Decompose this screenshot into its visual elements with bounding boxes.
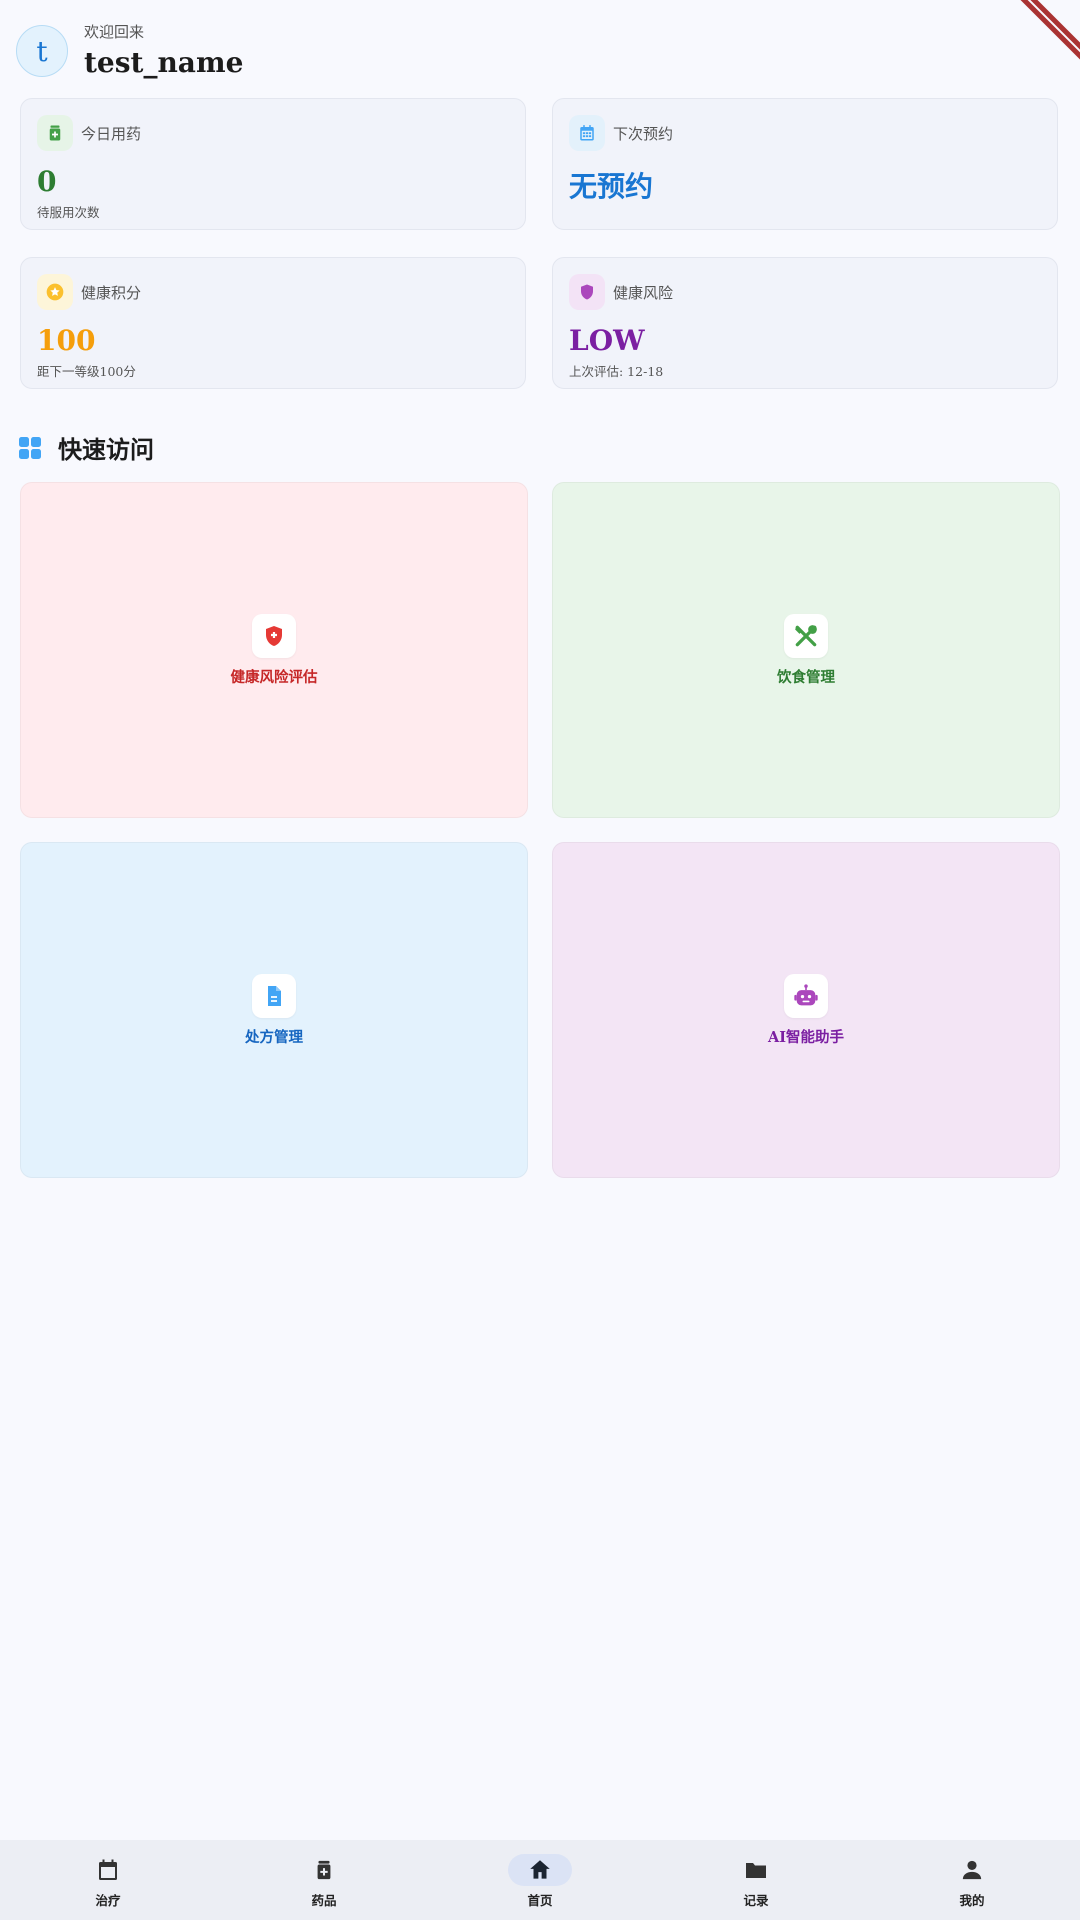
header: t 欢迎回来 test_name (16, 16, 243, 86)
stat-card-health-points[interactable]: 健康积分 100 距下一等级100分 (20, 257, 526, 389)
debug-banner (1020, 0, 1080, 60)
avatar[interactable]: t (16, 25, 68, 77)
stat-value: 100 (37, 324, 96, 357)
grid-icon (19, 436, 41, 459)
stat-sub: 距下一等级100分 (37, 364, 136, 379)
star-icon (37, 274, 73, 310)
folder-icon (724, 1854, 788, 1886)
stat-card-appointment[interactable]: 下次预约 无预约 (552, 98, 1058, 230)
stat-sub: 待服用次数 (37, 205, 100, 220)
stat-sub: 上次评估: 12-18 (569, 364, 664, 379)
medicine-icon (292, 1854, 356, 1886)
welcome-block: 欢迎回来 test_name (84, 21, 243, 81)
nav-item-profile[interactable]: 我的 (864, 1840, 1080, 1920)
stat-label: 今日用药 (81, 125, 142, 143)
tile-label: 饮食管理 (777, 668, 835, 686)
medication-icon (37, 115, 73, 151)
tile-prescription-management[interactable]: 处方管理 (20, 842, 528, 1178)
stat-label: 健康积分 (81, 284, 142, 302)
section-title: 快速访问 (58, 435, 154, 464)
home-icon (508, 1854, 572, 1886)
calendar-icon (569, 115, 605, 151)
stat-value: 0 (37, 165, 57, 198)
tile-label: AI智能助手 (767, 1028, 845, 1046)
tile-label: 处方管理 (245, 1028, 303, 1046)
calendar-icon (76, 1854, 140, 1886)
nav-label: 治疗 (95, 1893, 121, 1908)
nav-label: 首页 (527, 1893, 553, 1908)
nav-item-treatment[interactable]: 治疗 (0, 1840, 216, 1920)
stat-card-health-risk[interactable]: 健康风险 LOW 上次评估: 12-18 (552, 257, 1058, 389)
nav-item-records[interactable]: 记录 (648, 1840, 864, 1920)
person-icon (940, 1854, 1004, 1886)
welcome-label: 欢迎回来 (84, 23, 145, 41)
health-shield-icon (252, 613, 296, 658)
bottom-nav: 治疗 药品 首页 记录 我的 (0, 1840, 1080, 1920)
nav-item-home[interactable]: 首页 (432, 1840, 648, 1920)
robot-icon (784, 973, 828, 1018)
username: test_name (84, 46, 244, 79)
nav-label: 药品 (311, 1893, 337, 1908)
shield-icon (569, 274, 605, 310)
nav-label: 记录 (743, 1893, 769, 1908)
home-screen: t 欢迎回来 test_name 今日用药 0 待服用次数 下次预约 无预约 健… (0, 0, 1080, 1920)
tile-ai-assistant[interactable]: AI智能助手 (552, 842, 1060, 1178)
stat-value: LOW (569, 324, 645, 357)
stat-value: 无预约 (569, 170, 654, 203)
quick-access-header: 快速访问 (18, 430, 154, 465)
stat-card-medication[interactable]: 今日用药 0 待服用次数 (20, 98, 526, 230)
nav-item-medicine[interactable]: 药品 (216, 1840, 432, 1920)
utensils-icon (784, 613, 828, 658)
prescription-doc-icon (252, 973, 296, 1018)
tile-health-risk-assessment[interactable]: 健康风险评估 (20, 482, 528, 818)
stat-label: 健康风险 (613, 284, 674, 302)
tile-diet-management[interactable]: 饮食管理 (552, 482, 1060, 818)
tile-label: 健康风险评估 (230, 668, 318, 686)
stat-label: 下次预约 (613, 125, 674, 143)
nav-label: 我的 (959, 1893, 985, 1908)
